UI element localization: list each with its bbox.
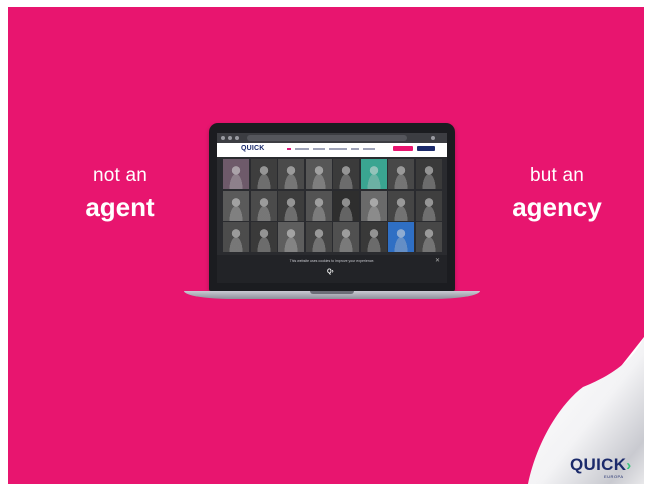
brand-logo: QUICK› [570, 455, 632, 475]
page-curl [528, 337, 644, 484]
brand-sub: EUROPA [604, 474, 624, 479]
brand-name: QUICK [570, 455, 627, 474]
brand-arrow-icon: › [626, 457, 632, 474]
poster: not an agent but an agency QUICK This we… [8, 7, 644, 484]
